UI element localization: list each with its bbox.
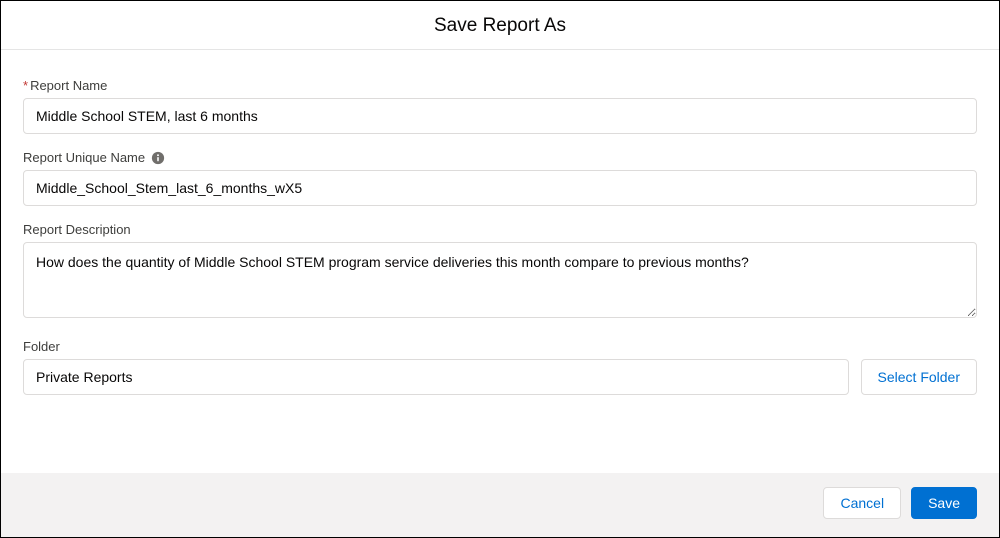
report-unique-name-group: Report Unique Name <box>23 150 977 206</box>
required-indicator: * <box>23 78 28 93</box>
save-button[interactable]: Save <box>911 487 977 519</box>
modal-title: Save Report As <box>1 1 999 50</box>
folder-label-row: Folder <box>23 339 977 354</box>
report-unique-name-label: Report Unique Name <box>23 150 145 165</box>
folder-group: Folder Select Folder <box>23 339 977 395</box>
report-description-label-row: Report Description <box>23 222 977 237</box>
info-icon[interactable] <box>151 151 165 165</box>
report-unique-name-label-row: Report Unique Name <box>23 150 977 165</box>
report-description-label: Report Description <box>23 222 131 237</box>
report-description-textarea[interactable]: How does the quantity of Middle School S… <box>23 242 977 318</box>
report-name-label: *Report Name <box>23 78 107 93</box>
folder-row: Select Folder <box>23 359 977 395</box>
folder-input[interactable] <box>23 359 849 395</box>
folder-label: Folder <box>23 339 60 354</box>
select-folder-button[interactable]: Select Folder <box>861 359 977 395</box>
modal-footer: Cancel Save <box>1 473 999 537</box>
modal-body: *Report Name Report Unique Name Report D… <box>1 50 999 473</box>
report-name-label-text: Report Name <box>30 78 107 93</box>
report-name-label-row: *Report Name <box>23 78 977 93</box>
report-unique-name-input[interactable] <box>23 170 977 206</box>
report-name-input[interactable] <box>23 98 977 134</box>
report-name-group: *Report Name <box>23 78 977 134</box>
report-description-group: Report Description How does the quantity… <box>23 222 977 323</box>
cancel-button[interactable]: Cancel <box>823 487 901 519</box>
